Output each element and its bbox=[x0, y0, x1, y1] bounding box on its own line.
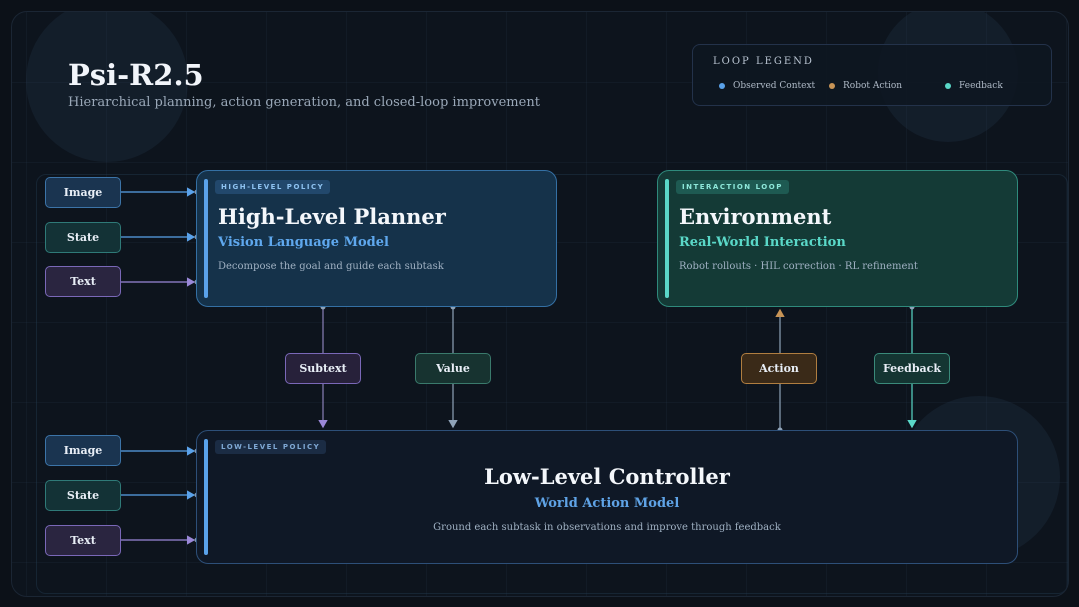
high-level-planner-description: Decompose the goal and guide each subtas… bbox=[218, 261, 444, 272]
high-level-planner-subtitle: Vision Language Model bbox=[218, 235, 389, 250]
low-level-policy-tag: LOW-LEVEL POLICY bbox=[215, 440, 327, 454]
input-text-bottom: Text bbox=[45, 525, 121, 556]
environment-subtitle: Real-World Interaction bbox=[679, 235, 846, 250]
low-level-controller-subtitle: World Action Model bbox=[534, 496, 680, 511]
accent-bar bbox=[204, 179, 208, 298]
high-level-planner-node: HIGH-LEVEL POLICY High-Level Planner Vis… bbox=[196, 170, 557, 307]
input-image-top: Image bbox=[45, 177, 121, 208]
feedback-connector-label: Feedback bbox=[874, 353, 950, 384]
high-level-policy-tag: HIGH-LEVEL POLICY bbox=[215, 180, 331, 194]
low-level-controller-node: LOW-LEVEL POLICY Low-Level Controller Wo… bbox=[196, 430, 1018, 564]
high-level-planner-title: High-Level Planner bbox=[218, 204, 446, 229]
low-level-controller-title: Low-Level Controller bbox=[484, 464, 730, 489]
environment-title: Environment bbox=[679, 204, 832, 229]
input-image-bottom: Image bbox=[45, 435, 121, 466]
interaction-loop-tag: INTERACTION LOOP bbox=[676, 180, 789, 194]
input-state-top: State bbox=[45, 222, 121, 253]
environment-description: Robot rollouts · HIL correction · RL ref… bbox=[679, 261, 918, 272]
accent-bar bbox=[665, 179, 669, 298]
input-text-top: Text bbox=[45, 266, 121, 297]
low-level-controller-description: Ground each subtask in observations and … bbox=[433, 522, 781, 533]
input-state-bottom: State bbox=[45, 480, 121, 511]
environment-node: INTERACTION LOOP Environment Real-World … bbox=[657, 170, 1018, 307]
subtext-connector-label: Subtext bbox=[285, 353, 361, 384]
value-connector-label: Value bbox=[415, 353, 491, 384]
action-connector-label: Action bbox=[741, 353, 817, 384]
